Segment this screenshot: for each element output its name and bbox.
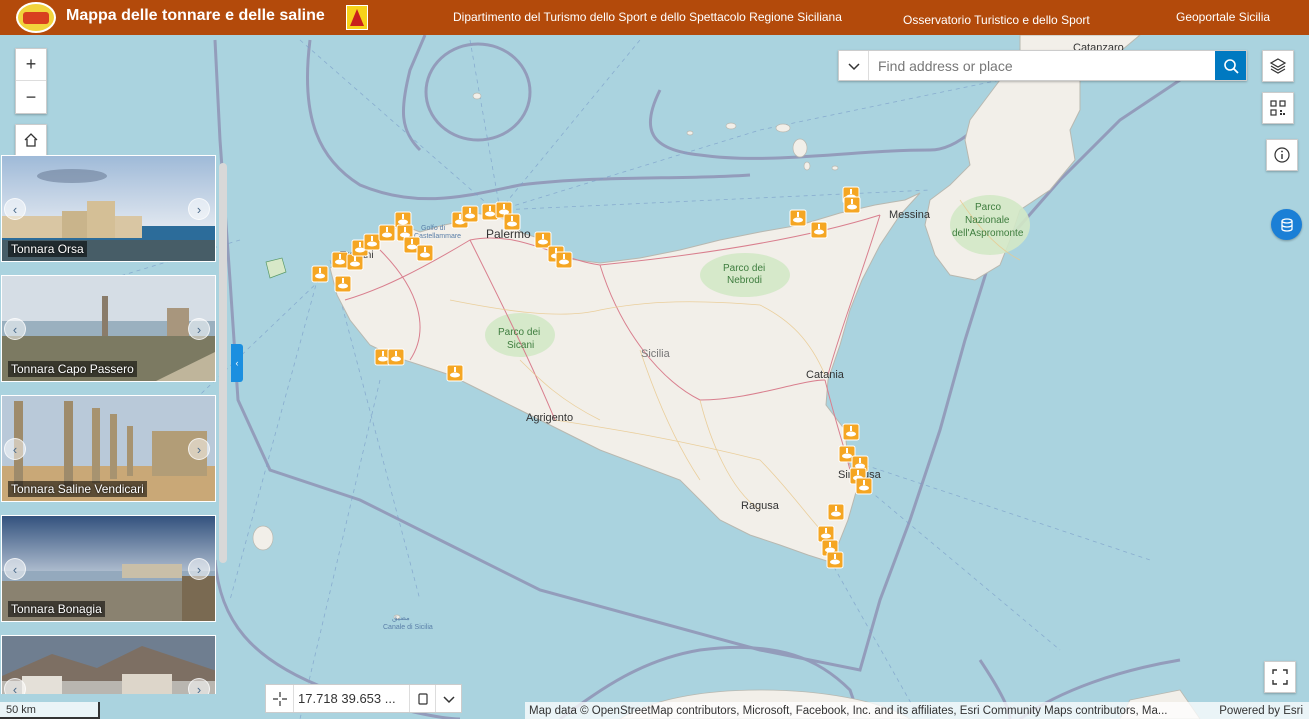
chevron-down-icon bbox=[442, 695, 455, 703]
sicily-flag-icon bbox=[346, 5, 368, 30]
label-golfo-line1: Golfo di bbox=[421, 225, 446, 232]
info-button[interactable] bbox=[1266, 139, 1298, 171]
card-next-button[interactable]: › bbox=[188, 438, 210, 460]
link-osservatorio[interactable]: Osservatorio Turistico e dello Sport bbox=[903, 13, 1090, 27]
tonnara-marker bbox=[311, 265, 329, 283]
chevron-left-icon: ‹ bbox=[235, 358, 239, 368]
card-tonnara-saline-vendicari[interactable]: ‹ › Tonnara Saline Vendicari bbox=[1, 395, 216, 502]
tonnara-marker bbox=[331, 251, 349, 269]
card-next-button[interactable]: › bbox=[188, 318, 210, 340]
tonnara-marker bbox=[461, 205, 479, 223]
card-title: Tonnara Orsa bbox=[8, 241, 87, 257]
fullscreen-icon bbox=[1272, 669, 1288, 685]
tonnara-marker bbox=[827, 503, 845, 521]
tonnara-marker bbox=[387, 348, 405, 366]
card-photo bbox=[2, 636, 215, 694]
card-prev-button[interactable]: ‹ bbox=[4, 558, 26, 580]
zoom-control: + − bbox=[15, 48, 47, 114]
coordinate-widget: 17.718 39.653 ... bbox=[265, 684, 462, 713]
card-prev-button[interactable]: ‹ bbox=[4, 198, 26, 220]
link-dipartimento-turismo[interactable]: Dipartimento del Turismo dello Sport e d… bbox=[453, 10, 842, 24]
tonnara-marker bbox=[363, 233, 381, 251]
coord-options-dropdown[interactable] bbox=[435, 685, 461, 712]
label-golfo-line2: Castellammare bbox=[414, 233, 461, 240]
tonnara-marker bbox=[842, 423, 860, 441]
coordinate-readout: 17.718 39.653 ... bbox=[298, 691, 396, 706]
card-next-button[interactable]: › bbox=[188, 678, 210, 694]
tonnara-marker bbox=[789, 209, 807, 227]
tonnara-marker bbox=[855, 477, 873, 495]
card-next-button[interactable]: › bbox=[188, 558, 210, 580]
zoom-in-button[interactable]: + bbox=[16, 49, 46, 81]
label-nebrodi-line1: Parco dei bbox=[723, 263, 765, 274]
label-ragusa: Ragusa bbox=[741, 500, 780, 512]
crosshair-icon bbox=[272, 691, 287, 706]
label-canale-arabic: مضيق bbox=[392, 615, 410, 622]
attribution-text: Map data © OpenStreetMap contributors, M… bbox=[529, 704, 1168, 717]
card-title: Tonnara Capo Passero bbox=[8, 361, 137, 377]
chevron-down-icon bbox=[847, 62, 860, 70]
osservatorio-logo-icon[interactable] bbox=[16, 2, 56, 33]
card-tonnara-capo-passero[interactable]: ‹ › Tonnara Capo Passero bbox=[1, 275, 216, 382]
card-tonnara-5[interactable]: ‹ › bbox=[1, 635, 216, 694]
card-prev-button[interactable]: ‹ bbox=[4, 678, 26, 694]
label-nebrodi-line2: Nebrodi bbox=[727, 275, 762, 286]
layer-list-button[interactable] bbox=[1262, 50, 1294, 82]
label-aspromonte-line1: Parco bbox=[975, 202, 1002, 213]
tonnare-card-panel[interactable]: ‹ › Tonnara Orsa ‹ › Tonnara Capo Passer… bbox=[0, 155, 228, 694]
zoom-out-button[interactable]: − bbox=[16, 81, 46, 113]
panel-collapse-button[interactable]: ‹ bbox=[231, 344, 243, 382]
label-sicani-line2: Sicani bbox=[507, 340, 534, 351]
copy-icon bbox=[417, 692, 428, 705]
card-title: Tonnara Saline Vendicari bbox=[8, 481, 147, 497]
tonnara-marker bbox=[378, 224, 396, 242]
tonnara-marker bbox=[446, 364, 464, 382]
search-widget bbox=[838, 50, 1247, 81]
powered-by-esri[interactable]: Powered by Esri bbox=[1219, 705, 1303, 717]
qr-code-button[interactable] bbox=[1262, 92, 1294, 124]
label-agrigento: Agrigento bbox=[526, 412, 573, 424]
info-icon bbox=[1274, 147, 1290, 163]
qr-code-icon bbox=[1270, 100, 1286, 116]
app-title: Mappa delle tonnare e delle saline bbox=[66, 7, 325, 24]
search-icon bbox=[1223, 58, 1239, 74]
tonnara-marker bbox=[810, 221, 828, 239]
tonnara-marker bbox=[503, 213, 521, 231]
tonnara-marker bbox=[334, 275, 352, 293]
tonnara-marker bbox=[555, 251, 573, 269]
label-canale: Canale di Sicilia bbox=[383, 624, 433, 631]
map-attribution[interactable]: Map data © OpenStreetMap contributors, M… bbox=[525, 702, 1309, 719]
panel-scrollbar[interactable] bbox=[219, 163, 227, 563]
label-catania: Catania bbox=[806, 369, 845, 381]
search-source-dropdown[interactable] bbox=[839, 51, 869, 80]
database-icon bbox=[1280, 217, 1293, 232]
label-sicilia: Sicilia bbox=[641, 348, 671, 360]
card-tonnara-bonagia[interactable]: ‹ › Tonnara Bonagia bbox=[1, 515, 216, 622]
scale-bar: 50 km bbox=[0, 702, 100, 719]
app-header: Mappa delle tonnare e delle saline Dipar… bbox=[0, 0, 1309, 35]
tonnara-marker bbox=[534, 231, 552, 249]
home-button[interactable] bbox=[15, 124, 47, 156]
label-sicani-line1: Parco dei bbox=[498, 327, 540, 338]
label-aspromonte-line2: Nazionale bbox=[965, 215, 1010, 226]
tonnara-marker bbox=[843, 196, 861, 214]
card-tonnara-orsa[interactable]: ‹ › Tonnara Orsa bbox=[1, 155, 216, 262]
fullscreen-button[interactable] bbox=[1264, 661, 1296, 693]
copy-coords-button[interactable] bbox=[409, 685, 435, 712]
tonnara-marker bbox=[416, 244, 434, 262]
search-input[interactable] bbox=[869, 51, 1215, 80]
label-aspromonte-line3: dell'Aspromonte bbox=[952, 228, 1024, 239]
link-geoportale[interactable]: Geoportale Sicilia bbox=[1176, 10, 1270, 24]
label-messina: Messina bbox=[889, 209, 931, 221]
card-prev-button[interactable]: ‹ bbox=[4, 438, 26, 460]
card-title: Tonnara Bonagia bbox=[8, 601, 105, 617]
layers-icon bbox=[1269, 58, 1287, 74]
locate-mode-button[interactable] bbox=[266, 685, 294, 712]
home-icon bbox=[24, 133, 38, 147]
card-prev-button[interactable]: ‹ bbox=[4, 318, 26, 340]
search-button[interactable] bbox=[1215, 51, 1246, 80]
data-table-button[interactable] bbox=[1271, 209, 1302, 240]
tonnara-marker bbox=[826, 551, 844, 569]
card-next-button[interactable]: › bbox=[188, 198, 210, 220]
